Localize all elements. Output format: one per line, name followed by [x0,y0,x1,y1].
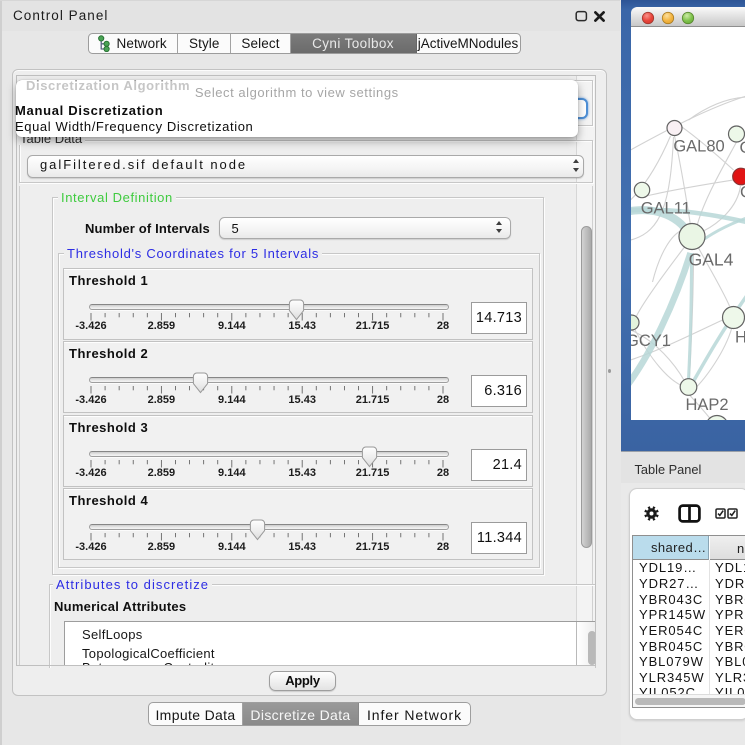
svg-text:H: H [735,329,745,347]
svg-text:HAP2: HAP2 [685,396,728,414]
svg-text:GA: GA [739,139,745,157]
svg-text:GAL4: GAL4 [688,250,733,270]
svg-text:G: G [740,184,745,202]
svg-text:GCY1: GCY1 [631,332,671,350]
svg-text:GAL11: GAL11 [640,200,690,218]
svg-text:GAL80: GAL80 [673,138,724,156]
